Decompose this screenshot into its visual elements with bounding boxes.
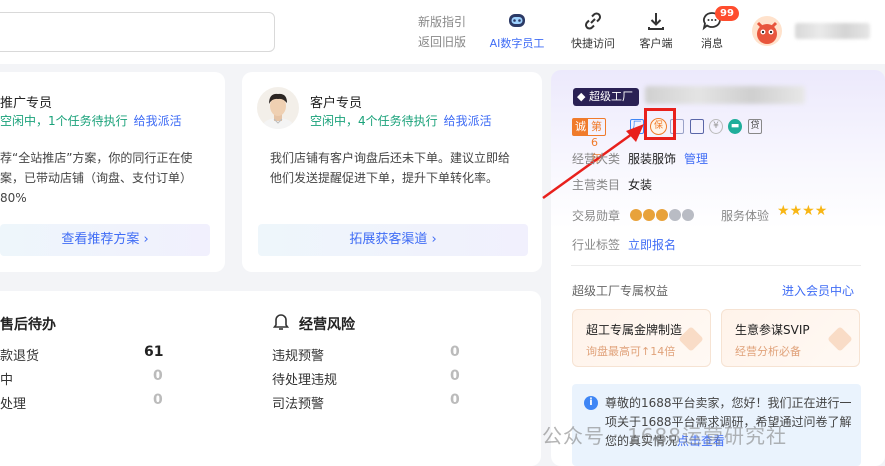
view-plan-button[interactable]: 查看推荐方案 › bbox=[0, 224, 210, 256]
manage-link[interactable]: 管理 bbox=[684, 150, 708, 167]
after-sales-row[interactable]: 款退货 bbox=[0, 345, 39, 364]
agent-name: 客户专员 bbox=[310, 96, 363, 111]
rights-title: 超级工厂专属权益 bbox=[572, 284, 669, 298]
medal-icon bbox=[630, 208, 642, 221]
user-avatar[interactable] bbox=[752, 16, 782, 46]
super-factory-badge: ◆ 超级工厂 bbox=[573, 88, 639, 106]
super-factory-label: 超级工厂 bbox=[588, 90, 633, 103]
benefit-title: 超工专属金牌制造 bbox=[586, 323, 683, 337]
agent-description: 荐“全站推店”方案，你的同行正在使 案，已带动店铺（询盘、支付订单） 80% bbox=[0, 148, 192, 208]
benefit-card[interactable]: 超工专属金牌制造 询盘最高可↑14倍 bbox=[572, 309, 711, 367]
agent-status: 空闲中，4个任务待执行 给我派活 bbox=[310, 112, 492, 129]
member-center-link[interactable]: 进入会员中心 bbox=[782, 282, 854, 299]
main-type-label: 主营类目 bbox=[572, 178, 621, 192]
risk-count[interactable]: 0 bbox=[450, 368, 460, 384]
diamond-icon: ◆ bbox=[577, 90, 586, 103]
agent-description: 我们店铺有客户询盘后还未下单。建议立即给 他们发送提醒促进下单，提升下单转化率。 bbox=[270, 148, 510, 188]
shop-name-redacted bbox=[645, 86, 805, 104]
desc-line: 80% bbox=[0, 191, 27, 205]
benefit-card[interactable]: 生意参谋SVIP 经营分析必备 bbox=[721, 309, 860, 367]
service-stars: ★★★★ bbox=[777, 203, 827, 219]
loan-icon[interactable]: 贷 bbox=[748, 119, 762, 134]
service-label: 服务体验 bbox=[721, 209, 770, 223]
view-plan-label: 查看推荐方案 bbox=[61, 232, 140, 247]
risk-row[interactable]: 待处理违规 bbox=[272, 369, 337, 388]
search-input[interactable] bbox=[0, 12, 275, 52]
medal-icon bbox=[669, 208, 681, 221]
risk-title: 经营风险 bbox=[299, 317, 355, 333]
quick-access-label: 快捷访问 bbox=[571, 37, 615, 50]
robot-icon bbox=[509, 14, 525, 27]
back-old-version-link[interactable]: 返回旧版 bbox=[418, 32, 466, 52]
risk-row[interactable]: 司法预警 bbox=[272, 393, 324, 412]
trade-medal-label: 交易勋章 bbox=[572, 209, 621, 223]
new-guide-link[interactable]: 新版指引 bbox=[418, 12, 466, 32]
star-icon: ★ bbox=[802, 203, 815, 219]
expand-channel-button[interactable]: 拓展获客渠道 › bbox=[258, 224, 528, 256]
chat-icon[interactable]: ▬ bbox=[728, 119, 742, 134]
agent-status-text: 空闲中，1个任务待执行 bbox=[0, 114, 128, 128]
benefit-title: 生意参谋SVIP bbox=[735, 323, 810, 337]
agent-avatar bbox=[257, 87, 299, 129]
main-type-value: 女装 bbox=[628, 178, 653, 192]
ai-employee-button[interactable]: AI数字员工 bbox=[482, 10, 552, 51]
ai-employee-label: AI数字员工 bbox=[489, 37, 545, 50]
heart-icon bbox=[827, 326, 853, 352]
trade-medals bbox=[630, 207, 695, 221]
desc-line: 案，已带动店铺（询盘、支付订单） bbox=[0, 171, 193, 185]
apply-now-link[interactable]: 立即报名 bbox=[628, 236, 676, 253]
risk-row[interactable]: 违规预警 bbox=[272, 345, 324, 364]
after-sales-count[interactable]: 0 bbox=[153, 368, 163, 384]
star-icon: ★ bbox=[777, 203, 790, 219]
link-icon bbox=[584, 12, 602, 30]
info-icon: i bbox=[584, 396, 598, 410]
agent-name: 推广专员 bbox=[0, 96, 53, 111]
certificate-icon[interactable] bbox=[690, 119, 704, 134]
medal-icon bbox=[682, 208, 694, 221]
expand-channel-label: 拓展获客渠道 bbox=[349, 232, 428, 247]
avatar-image bbox=[756, 21, 778, 44]
quick-access-button[interactable]: 快捷访问 bbox=[558, 10, 628, 51]
star-icon: ★ bbox=[814, 203, 828, 219]
after-sales-title: 售后待办 bbox=[0, 317, 56, 333]
main-category-label: 经营大类 bbox=[572, 152, 621, 166]
dispatch-task-link[interactable]: 给我派活 bbox=[134, 114, 182, 128]
chevron-right-icon: › bbox=[431, 232, 437, 247]
after-sales-count[interactable]: 61 bbox=[144, 344, 163, 360]
desc-line: 荐“全站推店”方案，你的同行正在使 bbox=[0, 151, 193, 165]
bell-icon bbox=[273, 314, 289, 330]
star-icon: ★ bbox=[789, 203, 803, 219]
agent-status-text: 空闲中，4个任务待执行 bbox=[310, 114, 438, 128]
message-count-badge: 99 bbox=[715, 6, 739, 21]
desc-line: 他们发送提醒促进下单，提升下单转化率。 bbox=[270, 171, 499, 185]
risk-count[interactable]: 0 bbox=[450, 392, 460, 408]
after-sales-row[interactable]: 中 bbox=[0, 369, 13, 388]
download-icon bbox=[648, 13, 664, 30]
main-category-value: 服装服饰 bbox=[628, 152, 677, 166]
top-bar: 新版指引 返回旧版 AI数字员工 快捷访问 客户端 消息 99 bbox=[0, 0, 885, 64]
version-guide: 新版指引 返回旧版 bbox=[418, 12, 466, 52]
chevron-right-icon: › bbox=[143, 232, 149, 247]
industry-tag-label: 行业标签 bbox=[572, 238, 621, 252]
client-label: 客户端 bbox=[639, 37, 673, 50]
after-sales-row[interactable]: 处理 bbox=[0, 393, 26, 412]
medal-icon bbox=[643, 208, 655, 221]
divider bbox=[571, 265, 861, 266]
desc-line: 我们店铺有客户询盘后还未下单。建议立即给 bbox=[270, 151, 511, 165]
message-label: 消息 bbox=[701, 37, 723, 50]
username-redacted bbox=[795, 23, 870, 39]
message-button[interactable]: 消息 99 bbox=[677, 6, 747, 51]
after-sales-count[interactable]: 0 bbox=[153, 392, 163, 408]
watermark-text: 公众号 · 1688运营研究社 bbox=[542, 424, 787, 448]
heart-icon bbox=[678, 326, 704, 352]
medal-icon bbox=[656, 208, 668, 221]
dispatch-task-link[interactable]: 给我派活 bbox=[444, 114, 492, 128]
yen-icon[interactable]: ¥ bbox=[709, 119, 723, 134]
agent-status: 空闲中，1个任务待执行 给我派活 bbox=[0, 112, 182, 129]
risk-count[interactable]: 0 bbox=[450, 344, 460, 360]
benefit-subtitle: 经营分析必备 bbox=[735, 345, 801, 358]
benefit-subtitle: 询盘最高可↑14倍 bbox=[586, 345, 676, 358]
